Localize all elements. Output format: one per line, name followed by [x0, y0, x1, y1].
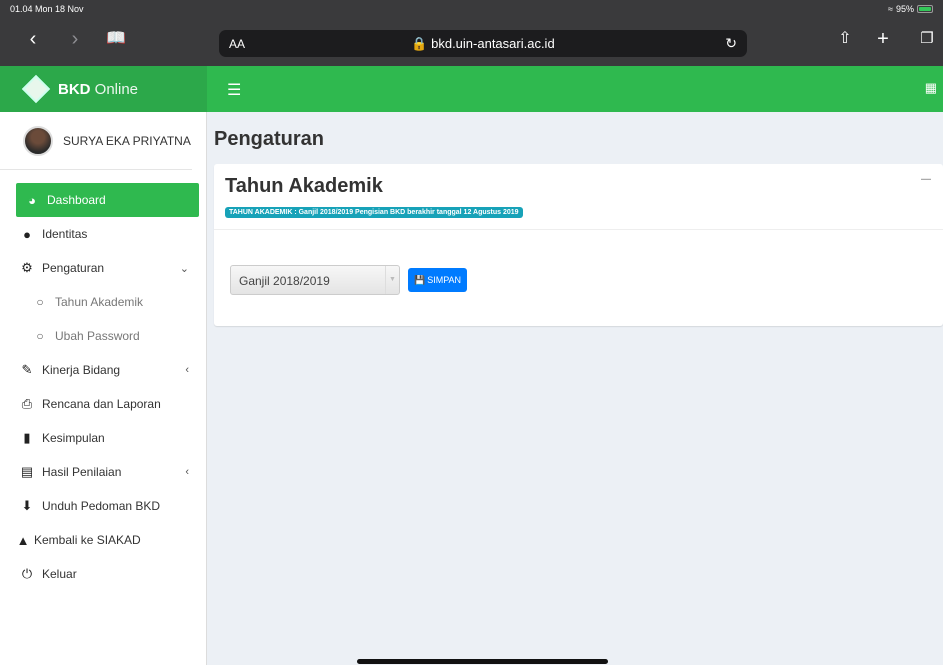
tabs-icon[interactable]: ❐	[916, 28, 938, 50]
lock-icon: 🔒	[411, 35, 428, 51]
graduation-cap-icon: ▲	[16, 532, 30, 548]
sidebar-item-label: Pengaturan	[42, 261, 105, 275]
sidebar-item-label: Rencana dan Laporan	[42, 397, 161, 411]
sidebar-menu: ◕ Dashboard ● Identitas ⚙ Pengaturan ⌄ ○ Tahu…	[0, 183, 206, 591]
tahun-akademik-box: Tahun Akademik – TAHUN AKADEMIK : Ganjil…	[214, 164, 943, 326]
sidebar-item-ubah-password[interactable]: ○ Ubah Password	[0, 319, 206, 353]
user-panel: SURYA EKA PRIYATNA	[0, 112, 192, 170]
floppy-disk-icon: 💾	[414, 274, 426, 285]
status-indicators: ≈ 95%	[888, 4, 933, 14]
battery-icon	[917, 5, 933, 13]
sidebar-item-label: Kembali ke SIAKAD	[34, 533, 141, 547]
brand-bold: BKD	[58, 80, 91, 98]
box-header: Tahun Akademik – TAHUN AKADEMIK : Ganjil…	[214, 164, 943, 230]
sidebar-item-label: Dashboard	[47, 193, 106, 207]
print-icon: ⎙	[21, 396, 33, 411]
sidebar-item-dashboard[interactable]: ◕ Dashboard	[16, 183, 199, 217]
select-value: Ganjil 2018/2019	[239, 274, 330, 288]
share-icon[interactable]: ⇧	[834, 28, 856, 50]
save-label: SIMPAN	[427, 275, 462, 285]
sidebar-item-label: Hasil Penilaian	[42, 465, 122, 479]
sidebar-item-label: Ubah Password	[55, 329, 140, 343]
brand-title: BKD Online	[58, 81, 138, 98]
sidebar-item-label: Identitas	[42, 227, 88, 241]
ios-browser-chrome: 01.04 Mon 18 Nov ≈ 95% ‹ › 📖 AA 🔒 bkd.ui…	[0, 0, 943, 66]
bookmarks-icon[interactable]: 📖	[105, 28, 127, 50]
safari-toolbar: ‹ › 📖 AA 🔒 bkd.uin-antasari.ac.id ↻ ⇧ + …	[0, 18, 943, 66]
status-bar: 01.04 Mon 18 Nov ≈ 95%	[0, 0, 943, 18]
document-icon: ▤	[20, 464, 34, 479]
collapse-icon[interactable]: –	[921, 168, 931, 189]
main-content: Pengaturan Tahun Akademik – TAHUN AKADEM…	[207, 112, 943, 665]
sidebar-item-label: Unduh Pedoman BKD	[42, 499, 161, 513]
new-tab-icon[interactable]: +	[872, 28, 894, 50]
address-bar[interactable]: AA 🔒 bkd.uin-antasari.ac.id ↻	[219, 30, 747, 57]
logo-icon	[21, 74, 51, 104]
dashboard-icon: ◕	[28, 192, 36, 208]
power-icon: ⏻	[21, 566, 33, 581]
page-title: Pengaturan	[214, 128, 325, 150]
grid-icon[interactable]: ▦	[925, 80, 937, 96]
user-name: SURYA EKA PRIYATNA	[63, 133, 191, 148]
edit-icon: ✎	[21, 362, 33, 377]
app-brand[interactable]: BKD Online	[0, 66, 207, 112]
box-title: Tahun Akademik	[225, 175, 383, 197]
sidebar-item-keluar[interactable]: ⏻ Keluar	[0, 557, 206, 591]
sidebar-item-kembali-siakad[interactable]: ▲ Kembali ke SIAKAD	[0, 523, 206, 557]
sidebar-item-kinerja-bidang[interactable]: ✎ Kinerja Bidang ‹	[0, 353, 206, 387]
sidebar-item-label: Kesimpulan	[42, 431, 105, 445]
home-indicator[interactable]	[357, 659, 608, 664]
back-icon[interactable]: ‹	[22, 28, 44, 50]
download-icon: ⬇	[21, 498, 33, 513]
sidebar-item-pengaturan[interactable]: ⚙ Pengaturan ⌄	[0, 251, 206, 285]
sidebar-item-unduh-pedoman[interactable]: ⬇ Unduh Pedoman BKD	[0, 489, 206, 523]
sidebar-item-identitas[interactable]: ● Identitas	[0, 217, 206, 251]
sidebar-item-rencana-laporan[interactable]: ⎙ Rencana dan Laporan	[0, 387, 206, 421]
sidebar-item-hasil-penilaian[interactable]: ▤ Hasil Penilaian ‹	[0, 455, 206, 489]
status-time: 01.04 Mon 18 Nov	[10, 4, 84, 14]
brand-light: Online	[90, 80, 139, 98]
sidebar-item-label: Kinerja Bidang	[42, 363, 121, 377]
forward-icon[interactable]: ›	[64, 28, 86, 50]
reload-icon[interactable]: ↻	[725, 35, 737, 52]
url-label: bkd.uin-antasari.ac.id	[431, 35, 555, 51]
save-button[interactable]: 💾 SIMPAN	[408, 268, 468, 292]
circle-icon: ○	[36, 295, 44, 309]
book-icon: ▮	[23, 430, 31, 445]
sidebar-item-label: Tahun Akademik	[55, 295, 144, 309]
top-navbar: ☰ ▦	[207, 66, 943, 112]
sidebar: SURYA EKA PRIYATNA ◕ Dashboard ● Identitas…	[0, 112, 207, 665]
chevron-down-icon: ⌄	[179, 262, 189, 275]
chevron-left-icon: ‹	[185, 364, 189, 376]
user-icon: ●	[23, 226, 31, 242]
url-text: 🔒 bkd.uin-antasari.ac.id	[219, 36, 747, 52]
hamburger-menu-icon[interactable]: ☰	[227, 80, 241, 100]
sidebar-item-kesimpulan[interactable]: ▮ Kesimpulan	[0, 421, 206, 455]
chevron-down-icon: ▼	[385, 266, 399, 294]
sidebar-item-label: Keluar	[42, 567, 77, 581]
circle-icon: ○	[36, 329, 44, 343]
tahun-akademik-select[interactable]: Ganjil 2018/2019 ▼	[230, 265, 400, 295]
text-size-button[interactable]: AA	[229, 37, 245, 51]
status-badge: TAHUN AKADEMIK : Ganjil 2018/2019 Pengis…	[225, 207, 523, 218]
sidebar-item-tahun-akademik[interactable]: ○ Tahun Akademik	[0, 285, 206, 319]
avatar	[23, 125, 53, 156]
chevron-left-icon: ‹	[185, 466, 189, 478]
battery-percent: 95%	[895, 4, 914, 14]
gear-icon: ⚙	[21, 260, 33, 275]
wifi-icon: ≈	[888, 4, 893, 14]
